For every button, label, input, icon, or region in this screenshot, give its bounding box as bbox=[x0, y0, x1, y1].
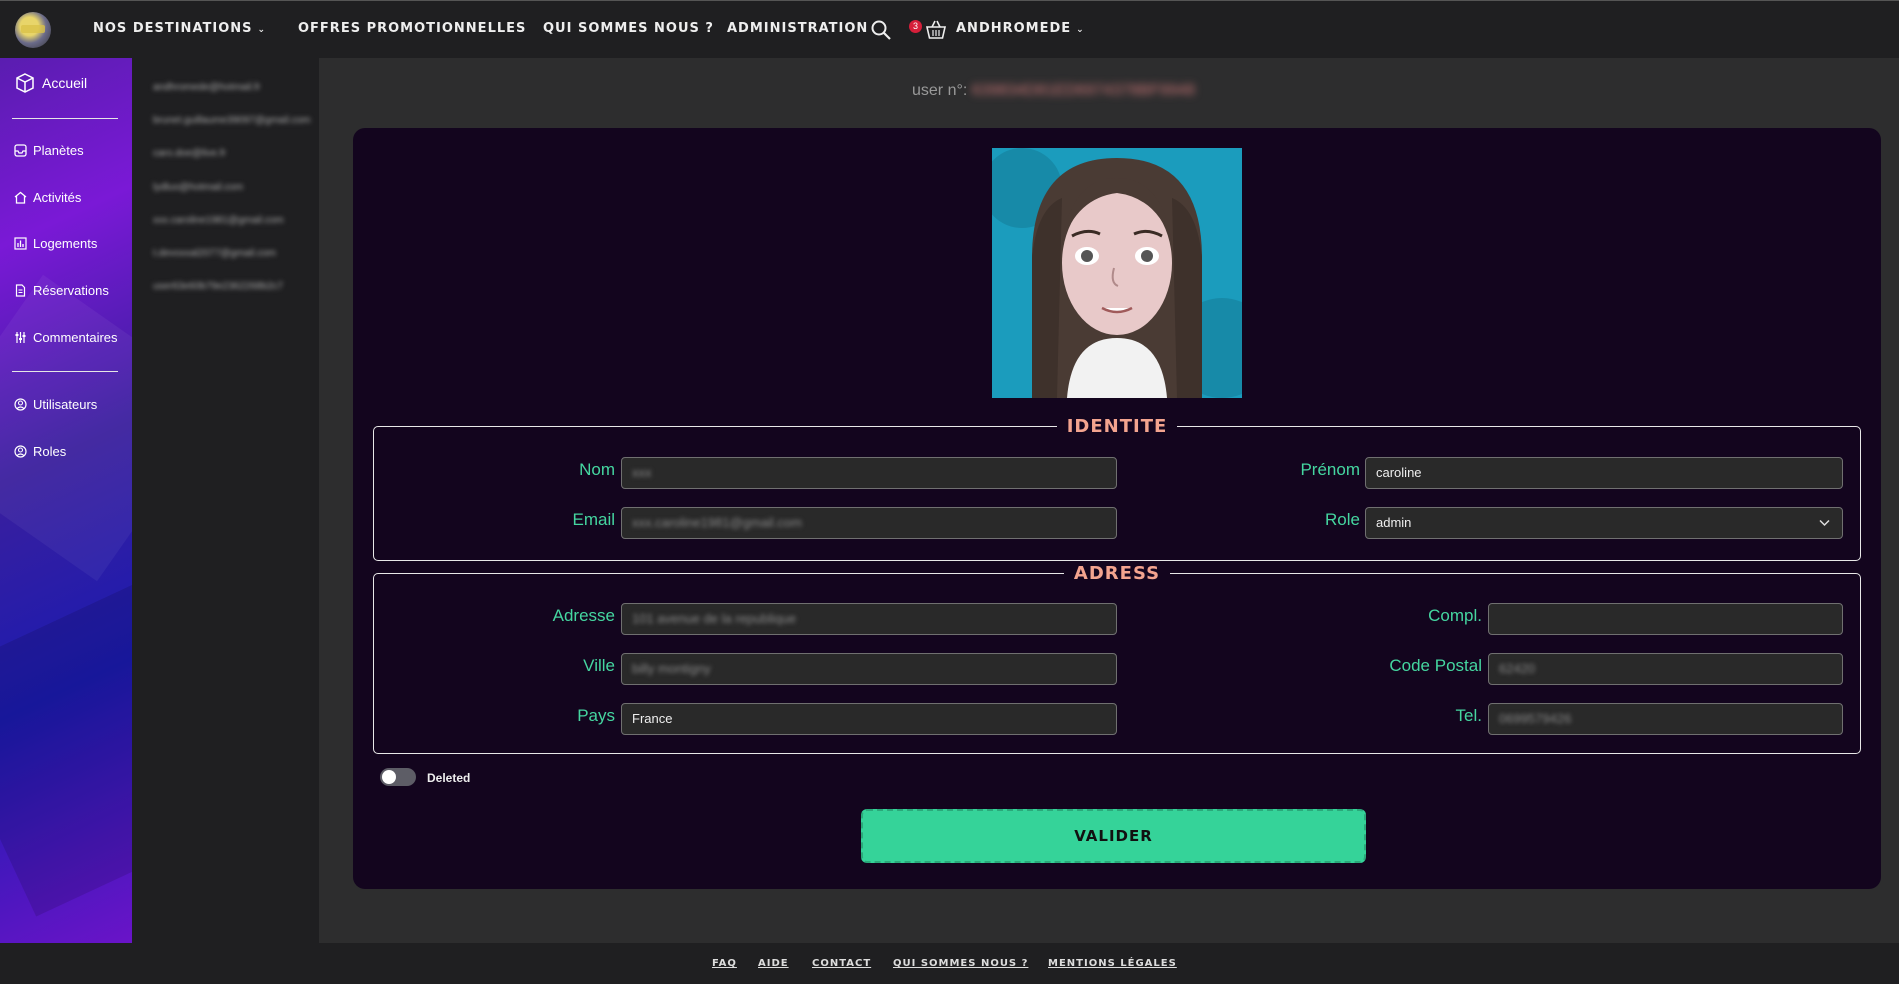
deleted-label: Deleted bbox=[427, 771, 471, 785]
footer-link-contact[interactable]: Contact bbox=[812, 958, 871, 969]
sidebar-item-commentaires[interactable]: Commentaires bbox=[14, 330, 118, 345]
nom-field[interactable]: xxx bbox=[621, 457, 1117, 489]
sidebar-item-planetes[interactable]: Planètes bbox=[14, 143, 84, 158]
sidebar-item-roles[interactable]: Roles bbox=[14, 444, 66, 459]
chevron-down-icon: ⌄ bbox=[1076, 25, 1085, 35]
sidebar-item-label: Commentaires bbox=[33, 330, 118, 345]
sidebar-item-utilisateurs[interactable]: Utilisateurs bbox=[14, 397, 97, 412]
cube-icon bbox=[16, 73, 34, 93]
sidebar-item-activites[interactable]: Activités bbox=[14, 190, 81, 205]
cart-count-badge: 3 bbox=[909, 20, 922, 33]
valider-button[interactable]: Valider bbox=[861, 809, 1366, 863]
sidebar-item-logements[interactable]: Logements bbox=[14, 236, 97, 251]
admin-sidebar: Accueil Planètes Activités Logements Rés… bbox=[0, 58, 132, 943]
list-item[interactable]: xxx.caroline1981@gmail.com bbox=[153, 215, 284, 226]
sidebar-item-label: Activités bbox=[33, 190, 82, 205]
footer-link-qui-sommes-nous[interactable]: Qui sommes nous ? bbox=[893, 958, 1028, 969]
sliders-icon bbox=[15, 332, 26, 343]
role-select[interactable]: admin bbox=[1365, 507, 1843, 539]
adresse-label: Adresse bbox=[552, 606, 615, 625]
compl-field[interactable] bbox=[1488, 603, 1843, 635]
nom-value: xxx bbox=[632, 465, 652, 480]
tel-field[interactable]: 0699579426 bbox=[1488, 703, 1843, 735]
ville-value: billy montigny bbox=[632, 661, 711, 676]
prenom-label: Prénom bbox=[1300, 460, 1360, 479]
search-icon[interactable] bbox=[870, 19, 892, 41]
deleted-toggle[interactable] bbox=[380, 768, 416, 786]
nav-destinations[interactable]: Nos destinations ⌄ bbox=[93, 21, 266, 36]
list-item[interactable]: t.devoxxal2077@gmail.com bbox=[153, 248, 276, 259]
nav-destinations-label: Nos destinations bbox=[93, 21, 253, 36]
inbox-icon bbox=[14, 144, 27, 157]
sidebar-item-label: Accueil bbox=[42, 75, 88, 91]
house-icon bbox=[14, 191, 27, 204]
sidebar-item-label: Logements bbox=[33, 236, 98, 251]
chevron-down-icon: ⌄ bbox=[257, 25, 267, 35]
site-logo[interactable] bbox=[15, 12, 51, 48]
email-value: xxx.caroline1981@gmail.com bbox=[632, 515, 802, 530]
prenom-field[interactable]: caroline bbox=[1365, 457, 1843, 489]
code-postal-label: Code Postal bbox=[1389, 656, 1482, 675]
user-avatar bbox=[992, 148, 1242, 398]
list-item[interactable]: brunet.guillaume39097@gmail.com bbox=[153, 115, 310, 126]
sidebar-item-label: Réservations bbox=[33, 283, 109, 298]
users-list: andhromede@hotmail.fr brunet.guillaume39… bbox=[132, 58, 319, 943]
chevron-down-icon bbox=[1819, 519, 1830, 527]
footer: FAQ Aide Contact Qui sommes nous ? Menti… bbox=[0, 943, 1899, 984]
chart-icon bbox=[14, 237, 27, 250]
user-number-value: 639834D81ED6974378BF9948 bbox=[971, 82, 1196, 99]
sidebar-item-reservations[interactable]: Réservations bbox=[14, 283, 109, 298]
adresse-field[interactable]: 101 avenue de la republique bbox=[621, 603, 1117, 635]
sidebar-divider bbox=[12, 371, 118, 372]
sidebar-item-accueil[interactable]: Accueil bbox=[14, 72, 87, 94]
nav-offres[interactable]: Offres promotionnelles bbox=[298, 21, 526, 36]
compl-label: Compl. bbox=[1428, 606, 1482, 625]
footer-link-faq[interactable]: FAQ bbox=[712, 958, 737, 969]
adresse-value: 101 avenue de la republique bbox=[632, 611, 797, 626]
nav-administration[interactable]: Administration bbox=[727, 21, 868, 36]
code-postal-field[interactable]: 62420 bbox=[1488, 653, 1843, 685]
footer-link-mentions-legales[interactable]: Mentions légales bbox=[1048, 958, 1177, 969]
list-item[interactable]: lydluo@hotmail.com bbox=[153, 182, 243, 193]
top-navbar: Nos destinations ⌄ Offres promotionnelles… bbox=[0, 0, 1899, 58]
user-circle-icon bbox=[14, 445, 27, 458]
basket-icon[interactable] bbox=[924, 18, 948, 42]
user-circle-icon bbox=[14, 398, 27, 411]
document-icon bbox=[15, 284, 26, 297]
tel-value: 0699579426 bbox=[1499, 711, 1572, 726]
user-number-label: user n°: bbox=[912, 82, 968, 99]
avatar-illustration bbox=[992, 148, 1242, 398]
list-item[interactable]: user63e60b79e2362268b2c7 bbox=[153, 281, 283, 292]
role-label: Role bbox=[1325, 510, 1360, 529]
code-postal-value: 62420 bbox=[1499, 661, 1536, 676]
ville-label: Ville bbox=[583, 656, 615, 675]
nav-qui-sommes-nous[interactable]: Qui sommes nous ? bbox=[543, 21, 714, 36]
tel-label: Tel. bbox=[1455, 706, 1482, 725]
nav-user-label: Andhromede bbox=[956, 21, 1072, 36]
list-item[interactable]: caro.doe@live.fr bbox=[153, 148, 226, 159]
nom-label: Nom bbox=[579, 460, 615, 479]
sidebar-divider bbox=[12, 118, 118, 119]
identite-legend: Identite bbox=[1066, 416, 1168, 437]
sidebar-item-label: Planètes bbox=[33, 143, 84, 158]
ville-field[interactable]: billy montigny bbox=[621, 653, 1117, 685]
email-field[interactable]: xxx.caroline1981@gmail.com bbox=[621, 507, 1117, 539]
pays-field[interactable]: France bbox=[621, 703, 1117, 735]
user-number: user n°: 639834D81ED6974378BF9948 bbox=[912, 82, 1195, 100]
adress-legend: Adress bbox=[1073, 563, 1161, 584]
footer-link-aide[interactable]: Aide bbox=[758, 958, 789, 969]
pays-label: Pays bbox=[577, 706, 615, 725]
email-label: Email bbox=[572, 510, 615, 529]
sidebar-item-label: Utilisateurs bbox=[33, 397, 98, 412]
role-value: admin bbox=[1376, 515, 1412, 530]
list-item[interactable]: andhromede@hotmail.fr bbox=[153, 82, 260, 93]
sidebar-item-label: Roles bbox=[33, 444, 67, 459]
nav-user-menu[interactable]: Andhromede ⌄ bbox=[956, 21, 1085, 36]
